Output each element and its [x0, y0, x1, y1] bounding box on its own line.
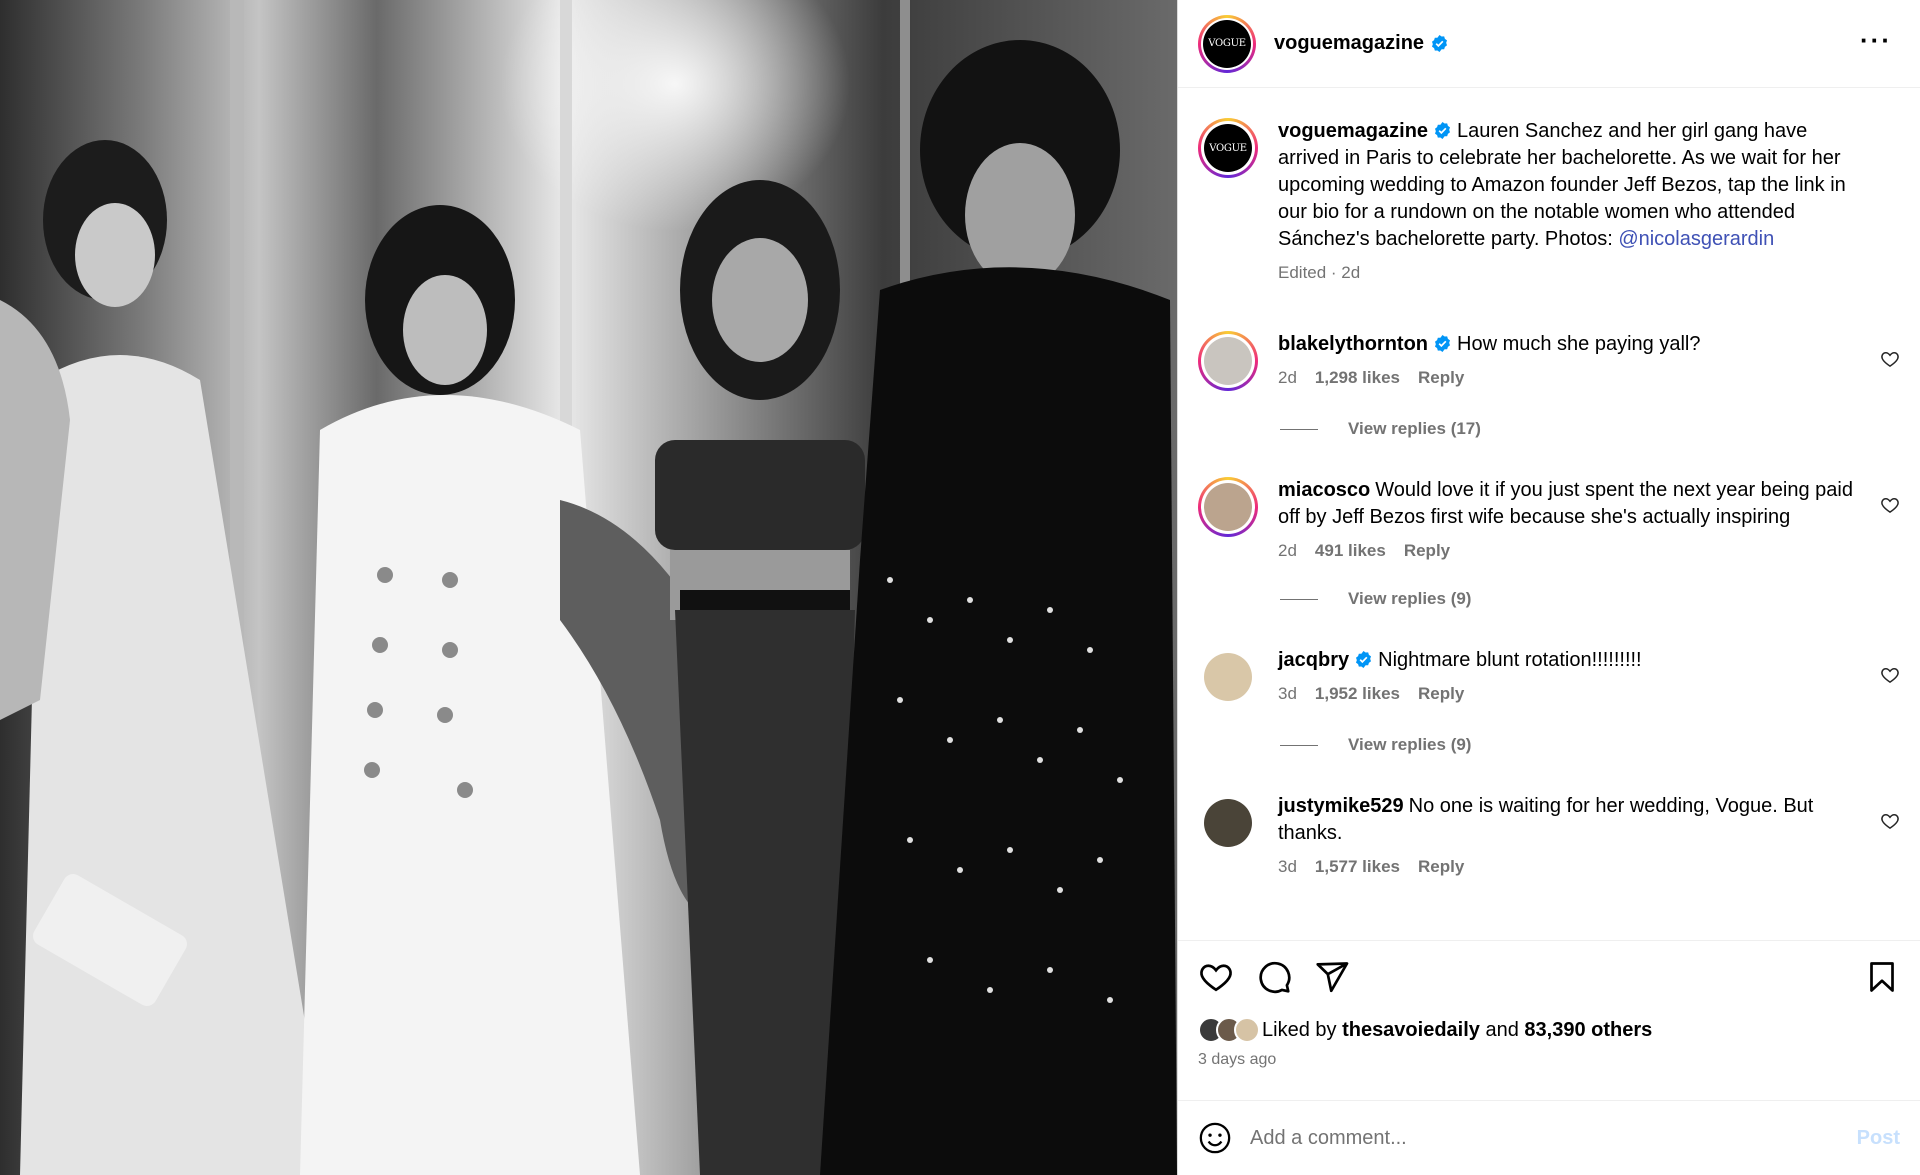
commenter-avatar[interactable] [1204, 799, 1252, 847]
comment-likes[interactable]: 491 likes [1315, 541, 1386, 561]
caption-avatar[interactable]: VOGUE [1198, 118, 1258, 178]
verified-badge-icon [1432, 34, 1448, 53]
likes-count[interactable]: 83,390 others [1524, 1019, 1652, 1042]
comments-list: VOGUE voguemagazine Lauren Sanchez and he… [1178, 88, 1920, 938]
heart-icon[interactable] [1198, 959, 1234, 995]
emoji-icon[interactable] [1198, 1121, 1232, 1155]
liked-by-summary: Liked by thesavoiedaily and 83,390 other… [1198, 1017, 1900, 1043]
view-replies-button[interactable]: View replies (9) [1280, 589, 1520, 609]
reply-button[interactable]: Reply [1418, 368, 1464, 388]
comment-input[interactable] [1250, 1126, 1857, 1150]
vogue-logo: VOGUE [1203, 19, 1251, 68]
reply-button[interactable]: Reply [1418, 857, 1464, 877]
comment-time: 3d [1278, 857, 1297, 876]
comment-item: blakelythornton How much she paying yall?… [1198, 331, 1900, 391]
view-replies-button[interactable]: View replies (17) [1280, 419, 1520, 439]
comment-icon[interactable] [1256, 959, 1292, 995]
comment-text: How much she paying yall? [1457, 333, 1701, 355]
comment-time: 2d [1278, 368, 1297, 387]
comment-text: Nightmare blunt rotation!!!!!!!!! [1378, 649, 1642, 671]
comment-time: 3d [1278, 684, 1297, 703]
verified-badge-icon [1435, 121, 1451, 140]
comment-username[interactable]: jacqbry [1278, 649, 1349, 671]
comment-item: jacqbry Nightmare blunt rotation!!!!!!!!!… [1198, 647, 1900, 707]
post-timestamp: 3 days ago [1198, 1051, 1277, 1068]
verified-badge-icon [1435, 334, 1451, 353]
like-comment-heart-icon[interactable] [1880, 665, 1900, 685]
reply-button[interactable]: Reply [1404, 541, 1450, 561]
caption-username[interactable]: voguemagazine [1278, 120, 1428, 142]
commenter-avatar[interactable] [1204, 653, 1252, 701]
post-photo[interactable] [0, 0, 1177, 1175]
vogue-logo: VOGUE [1204, 124, 1252, 172]
comment-username[interactable]: justymike529 [1278, 795, 1404, 817]
photo-illustration [0, 0, 1177, 1175]
verified-badge-icon [1356, 650, 1372, 669]
account-avatar[interactable]: VOGUE [1198, 14, 1256, 73]
like-comment-heart-icon[interactable] [1880, 811, 1900, 831]
caption-meta: Edited · 2d [1278, 263, 1361, 282]
post-header: VOGUE voguemagazine ··· [1178, 0, 1920, 88]
post-caption: VOGUE voguemagazine Lauren Sanchez and he… [1198, 118, 1900, 283]
comment-likes[interactable]: 1,577 likes [1315, 857, 1400, 877]
like-comment-heart-icon[interactable] [1880, 349, 1900, 369]
post-details-panel: VOGUE voguemagazine ··· VOGUE voguemagaz [1177, 0, 1920, 1175]
like-comment-heart-icon[interactable] [1880, 495, 1900, 515]
bookmark-icon[interactable] [1864, 959, 1900, 995]
comment-item: miacosco Would love it if you just spent … [1198, 477, 1900, 561]
comment-composer: Post [1178, 1100, 1920, 1175]
comment-likes[interactable]: 1,952 likes [1315, 684, 1400, 704]
comment-item: justymike529 No one is waiting for her we… [1198, 793, 1900, 877]
commenter-avatar[interactable] [1198, 477, 1258, 537]
account-username[interactable]: voguemagazine [1274, 32, 1424, 55]
action-bar: Liked by thesavoiedaily and 83,390 other… [1178, 940, 1920, 1069]
comment-time: 2d [1278, 541, 1297, 560]
view-replies-button[interactable]: View replies (9) [1280, 735, 1520, 755]
comment-username[interactable]: miacosco [1278, 479, 1370, 501]
send-icon[interactable] [1314, 959, 1350, 995]
liked-by-user[interactable]: thesavoiedaily [1342, 1019, 1480, 1042]
liked-by-avatars [1198, 1017, 1260, 1043]
reply-button[interactable]: Reply [1418, 684, 1464, 704]
more-options-button[interactable]: ··· [1852, 25, 1900, 63]
caption-mention-link[interactable]: @nicolasgerardin [1618, 228, 1774, 250]
post-comment-button[interactable]: Post [1857, 1127, 1900, 1150]
commenter-avatar[interactable] [1198, 331, 1258, 391]
comment-username[interactable]: blakelythornton [1278, 333, 1428, 355]
comment-likes[interactable]: 1,298 likes [1315, 368, 1400, 388]
